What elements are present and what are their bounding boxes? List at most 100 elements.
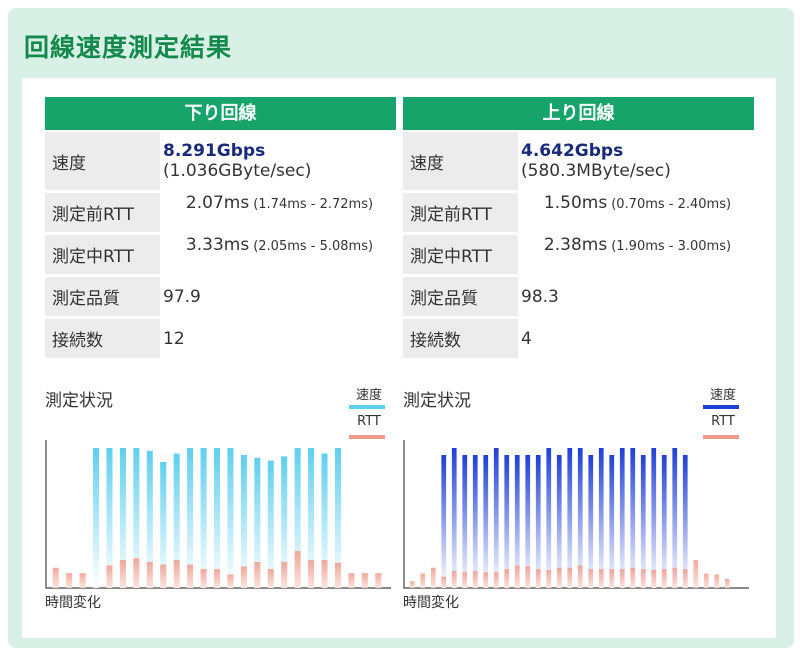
row-value: 2.38ms (1.90ms - 3.00ms) — [518, 235, 754, 274]
rtt-bar — [598, 569, 604, 588]
upload-mid-rtt-row: 測定中RTT 2.38ms (1.90ms - 3.00ms) — [403, 235, 754, 274]
rtt-bar — [334, 562, 341, 588]
upload-connections-row: 接続数 4 — [403, 319, 754, 358]
row-label: 測定中RTT — [403, 235, 518, 274]
connections-value: 12 — [163, 328, 185, 349]
rtt-bar — [661, 569, 667, 588]
mid-rtt-value: 2.38ms — [543, 235, 608, 255]
rtt-bar — [160, 564, 167, 588]
row-label: 測定中RTT — [45, 235, 160, 274]
row-label: 速度 — [403, 132, 518, 190]
rtt-bar — [724, 579, 730, 588]
mid-rtt-value: 3.33ms — [185, 235, 250, 255]
speed-bar — [462, 455, 468, 588]
speed-bar — [661, 455, 667, 588]
row-label: 接続数 — [45, 319, 160, 358]
mid-rtt-range: (2.05ms - 5.08ms) — [253, 239, 374, 254]
rtt-bar — [146, 561, 153, 588]
x-axis-label: 時間変化 — [403, 595, 459, 611]
speed-bar — [567, 448, 573, 588]
rtt-bar — [420, 573, 426, 588]
rtt-bar — [682, 569, 688, 588]
rtt-bar — [514, 565, 520, 588]
pre-rtt-value: 2.07ms — [185, 193, 250, 213]
upload-speed-bytes: (580.3MByte/sec) — [521, 161, 671, 181]
rtt-bar — [577, 565, 583, 588]
legend-speed-swatch — [349, 405, 385, 409]
row-label: 速度 — [45, 132, 160, 190]
rtt-bar — [462, 572, 468, 588]
chart-title: 測定状況 — [45, 391, 113, 411]
x-axis-label: 時間変化 — [45, 595, 101, 611]
row-value: 2.07ms (1.74ms - 2.72ms) — [160, 193, 396, 232]
download-panel: 下り回線 速度 8.291Gbps (1.036GByte/sec) 測定前RT… — [45, 97, 396, 358]
quality-value: 97.9 — [163, 286, 201, 307]
rtt-bar — [504, 569, 510, 588]
rtt-bar — [173, 560, 180, 588]
row-label: 接続数 — [403, 319, 518, 358]
rtt-bar — [200, 569, 207, 588]
rtt-bar — [567, 567, 573, 588]
rtt-bar — [651, 570, 657, 588]
pre-rtt-range: (1.74ms - 2.72ms) — [253, 197, 374, 212]
speed-bar — [651, 448, 657, 588]
rtt-bar — [483, 572, 489, 588]
speed-bar — [227, 448, 234, 588]
rtt-bar — [430, 567, 436, 588]
legend-rtt-swatch — [349, 435, 385, 439]
rtt-bar — [693, 560, 699, 588]
page-title: 回線速度測定結果 — [24, 33, 233, 62]
speed-bar — [504, 455, 510, 588]
row-value: 4.642Gbps (580.3MByte/sec) — [518, 132, 754, 190]
row-label: 測定前RTT — [45, 193, 160, 232]
speed-bar — [451, 448, 457, 588]
upload-speed-row: 速度 4.642Gbps (580.3MByte/sec) — [403, 132, 754, 190]
row-value: 8.291Gbps (1.036GByte/sec) — [160, 132, 396, 190]
pre-rtt-value: 1.50ms — [543, 193, 608, 213]
legend-speed-label: 速度 — [355, 388, 382, 403]
speed-bar — [598, 448, 604, 588]
rtt-bar — [672, 567, 678, 588]
speed-bar — [493, 448, 499, 588]
speed-bar — [213, 448, 221, 588]
rtt-bar — [52, 567, 59, 588]
rtt-bar — [609, 569, 615, 588]
row-value: 1.50ms (0.70ms - 2.40ms) — [518, 193, 754, 232]
speed-bar — [93, 448, 100, 588]
rtt-bar — [267, 569, 274, 588]
rtt-bar — [525, 566, 531, 588]
speed-bar — [672, 448, 678, 588]
rtt-bar — [409, 581, 415, 588]
speed-bar — [588, 455, 594, 588]
rtt-bar — [240, 566, 247, 588]
rtt-bar — [472, 570, 478, 588]
rtt-bar — [640, 569, 646, 588]
download-speed-chart — [45, 440, 391, 589]
legend-rtt-swatch — [703, 435, 739, 439]
legend-speed-swatch — [703, 405, 739, 409]
download-connections-row: 接続数 12 — [45, 319, 396, 358]
rtt-bar — [556, 567, 562, 588]
rtt-bar — [133, 558, 140, 588]
mid-rtt-range: (1.90ms - 3.00ms) — [611, 239, 732, 254]
speed-bar — [682, 455, 688, 588]
rtt-bar — [119, 560, 126, 588]
speed-bar — [640, 455, 646, 588]
rtt-bar — [493, 572, 499, 588]
rtt-bar — [451, 570, 457, 588]
speed-bar — [483, 455, 489, 588]
rtt-bar — [630, 567, 636, 588]
chart-title: 測定状況 — [403, 391, 471, 411]
upload-panel: 上り回線 速度 4.642Gbps (580.3MByte/sec) 測定前RT… — [403, 97, 754, 358]
rtt-bar — [321, 560, 328, 588]
rtt-bar — [213, 569, 221, 588]
quality-value: 98.3 — [521, 286, 559, 307]
rtt-bar — [281, 561, 288, 588]
row-value: 3.33ms (2.05ms - 5.08ms) — [160, 235, 396, 274]
rtt-bar — [375, 573, 382, 588]
download-speed-bytes: (1.036GByte/sec) — [163, 161, 312, 181]
rtt-bar — [535, 569, 541, 588]
speed-bar — [441, 455, 447, 588]
rtt-bar — [66, 573, 73, 588]
rtt-bar — [441, 576, 447, 588]
